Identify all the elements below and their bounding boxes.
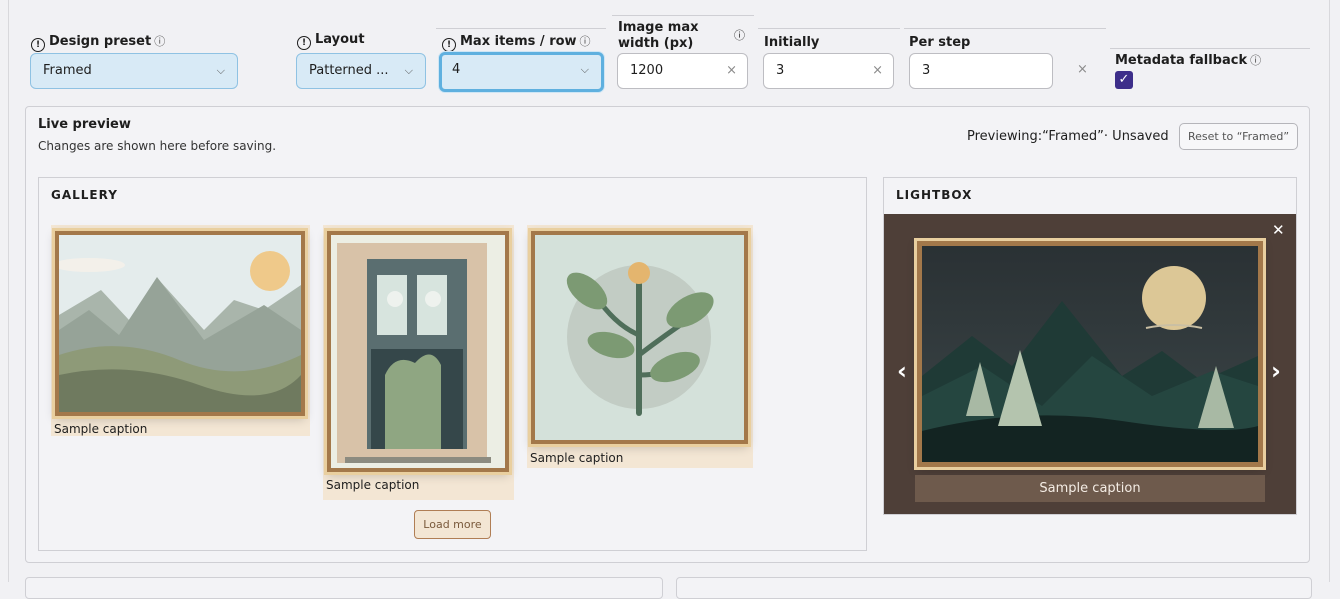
- warning-icon: !: [31, 38, 45, 52]
- layout-label: ! Layout: [297, 32, 365, 50]
- metadata-fallback-label: Metadata fallback ⓘ: [1115, 53, 1262, 68]
- chevron-down-icon: ⌵: [216, 64, 225, 77]
- initially-input[interactable]: 3 ×: [763, 53, 894, 89]
- plant-image: [535, 235, 744, 440]
- gallery-caption: Sample caption: [326, 478, 420, 492]
- live-preview-subtitle: Changes are shown here before saving.: [38, 139, 277, 153]
- close-icon[interactable]: ✕: [1272, 221, 1285, 239]
- image-max-width-input[interactable]: 1200 ×: [617, 53, 748, 89]
- image-max-width-label: Image max width (px): [618, 20, 699, 51]
- lightbox-title: LIGHTBOX: [896, 188, 973, 202]
- max-items-label: ! Max items / row ⓘ: [442, 34, 591, 52]
- label-divider: [758, 28, 900, 29]
- clear-icon[interactable]: ×: [726, 54, 737, 88]
- preview-status: Previewing:“Framed”· Unsaved: [967, 129, 1169, 144]
- per-step-label: Per step: [909, 35, 971, 50]
- design-preset-label: ! Design preset ⓘ: [31, 34, 165, 52]
- chevron-left-icon[interactable]: ‹: [897, 357, 907, 385]
- info-icon[interactable]: ⓘ: [154, 35, 165, 48]
- clear-icon[interactable]: ×: [872, 54, 883, 88]
- info-icon[interactable]: ⓘ: [580, 35, 591, 48]
- gallery-caption: Sample caption: [54, 422, 148, 436]
- metadata-fallback-checkbox[interactable]: ✓: [1115, 71, 1133, 89]
- doorway-image: [331, 235, 505, 468]
- chevron-right-icon[interactable]: ›: [1271, 357, 1281, 385]
- layout-select[interactable]: Patterned ... ⌵: [296, 53, 426, 89]
- label-divider: [436, 28, 606, 29]
- section-card: [676, 577, 1312, 599]
- label-divider: [1110, 48, 1310, 49]
- mountain-landscape-image: [59, 235, 301, 412]
- image-max-width-value: 1200: [630, 63, 664, 78]
- lightbox-image-night-mountains[interactable]: [917, 241, 1263, 467]
- gallery-title: GALLERY: [51, 188, 118, 202]
- label-divider: [612, 15, 754, 16]
- gallery-image-doorway[interactable]: [327, 231, 509, 472]
- load-more-button[interactable]: Load more: [414, 510, 491, 539]
- design-preset-value: Framed: [43, 63, 92, 78]
- night-mountains-image: [922, 246, 1258, 462]
- reset-button[interactable]: Reset to “Framed”: [1179, 123, 1298, 150]
- label-divider: [904, 28, 1106, 29]
- warning-icon: !: [442, 38, 456, 52]
- layout-value: Patterned ...: [309, 63, 389, 78]
- clear-icon[interactable]: ×: [1077, 62, 1088, 77]
- max-items-value: 4: [452, 62, 461, 77]
- gallery-image-mountain-landscape[interactable]: [55, 231, 305, 416]
- max-items-select[interactable]: 4 ⌵: [439, 52, 604, 92]
- chevron-down-icon: ⌵: [404, 64, 413, 77]
- info-icon[interactable]: ⓘ: [1250, 54, 1261, 67]
- design-preset-select[interactable]: Framed ⌵: [30, 53, 238, 89]
- lightbox-caption: Sample caption: [915, 475, 1265, 502]
- info-icon[interactable]: ⓘ: [734, 28, 745, 44]
- per-step-input[interactable]: 3: [909, 53, 1053, 89]
- section-card: [25, 577, 663, 599]
- initially-value: 3: [776, 63, 785, 78]
- initially-label: Initially: [764, 35, 820, 50]
- live-preview-title: Live preview: [38, 117, 131, 132]
- per-step-value: 3: [922, 63, 931, 78]
- gallery-image-plant[interactable]: [531, 231, 748, 444]
- chevron-down-icon: ⌵: [580, 63, 589, 76]
- gallery-caption: Sample caption: [530, 451, 624, 465]
- warning-icon: !: [297, 36, 311, 50]
